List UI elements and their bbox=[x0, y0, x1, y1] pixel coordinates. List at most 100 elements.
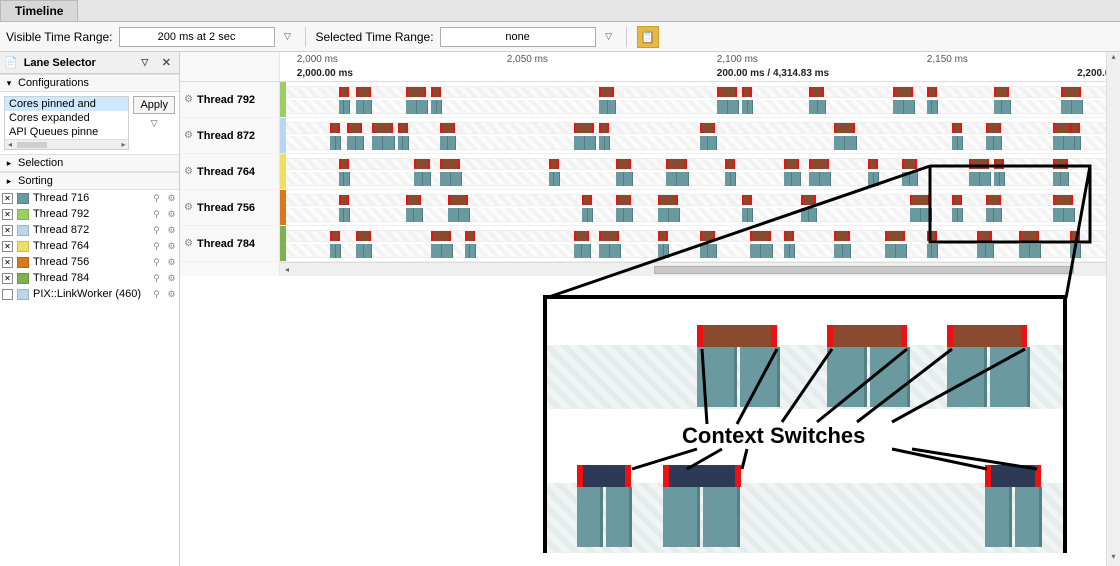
timeline-event[interactable] bbox=[339, 195, 349, 205]
gear-icon[interactable]: ⚙ bbox=[184, 94, 193, 105]
timeline-event-child[interactable] bbox=[893, 100, 904, 114]
timeline-event[interactable] bbox=[927, 87, 937, 97]
timeline-event[interactable] bbox=[1053, 159, 1068, 169]
apply-button[interactable]: Apply bbox=[133, 96, 175, 114]
timeline-event[interactable] bbox=[574, 123, 594, 133]
timeline-vertical-scrollbar[interactable]: ▴ ▾ bbox=[1106, 52, 1120, 566]
timeline-event[interactable] bbox=[742, 87, 752, 97]
timeline-event[interactable] bbox=[902, 159, 917, 169]
timeline-event-child[interactable] bbox=[980, 172, 991, 186]
timeline-event-child[interactable] bbox=[1061, 172, 1069, 186]
chevron-right-icon[interactable]: ▸ bbox=[4, 176, 14, 187]
timeline-event-child[interactable] bbox=[585, 136, 596, 150]
timeline-event[interactable] bbox=[700, 123, 715, 133]
timeline-horizontal-scrollbar[interactable]: ◂ ▸ bbox=[280, 262, 1120, 276]
timeline-event[interactable] bbox=[616, 195, 631, 205]
timeline-event[interactable] bbox=[952, 123, 962, 133]
pin-icon[interactable]: ⚲ bbox=[151, 209, 162, 220]
timeline-event-child[interactable] bbox=[1072, 100, 1083, 114]
timeline-event-child[interactable] bbox=[874, 172, 880, 186]
timeline-event[interactable] bbox=[977, 231, 992, 241]
timeline-event-child[interactable] bbox=[790, 244, 796, 258]
gear-icon[interactable]: ⚙ bbox=[184, 166, 193, 177]
timeline-event-child[interactable] bbox=[986, 136, 994, 150]
timeline-event-child[interactable] bbox=[700, 244, 708, 258]
timeline-lane[interactable]: ⚙Thread 784 bbox=[180, 226, 1120, 262]
timeline-event-child[interactable] bbox=[801, 208, 809, 222]
timeline-event-child[interactable] bbox=[910, 172, 918, 186]
timeline-event-child[interactable] bbox=[885, 244, 896, 258]
timeline-event-child[interactable] bbox=[406, 208, 414, 222]
timeline-event-child[interactable] bbox=[904, 100, 915, 114]
timeline-event[interactable] bbox=[834, 123, 854, 133]
timeline-event[interactable] bbox=[986, 123, 1001, 133]
config-item[interactable]: Cores expanded bbox=[5, 111, 128, 125]
timeline-event[interactable] bbox=[994, 87, 1009, 97]
timeline-event[interactable] bbox=[750, 231, 770, 241]
gear-icon[interactable]: ⚙ bbox=[166, 225, 177, 236]
timeline-event[interactable] bbox=[809, 87, 824, 97]
timeline-event[interactable] bbox=[356, 87, 371, 97]
timeline-event-child[interactable] bbox=[731, 172, 737, 186]
timeline-event-child[interactable] bbox=[574, 136, 585, 150]
timeline-event-child[interactable] bbox=[820, 172, 831, 186]
pin-icon[interactable]: ⚲ bbox=[151, 273, 162, 284]
timeline-event-child[interactable] bbox=[717, 100, 728, 114]
timeline-event-child[interactable] bbox=[440, 172, 451, 186]
timeline-event-child[interactable] bbox=[958, 208, 964, 222]
timeline-event[interactable] bbox=[406, 195, 421, 205]
timeline-event[interactable] bbox=[582, 195, 592, 205]
timeline-event-child[interactable] bbox=[784, 172, 792, 186]
timeline-event-child[interactable] bbox=[896, 244, 907, 258]
timeline-event-child[interactable] bbox=[364, 100, 372, 114]
timeline-event-child[interactable] bbox=[728, 100, 739, 114]
timeline-event-child[interactable] bbox=[423, 172, 431, 186]
timeline-event-child[interactable] bbox=[336, 244, 342, 258]
timeline-event[interactable] bbox=[465, 231, 475, 241]
timeline-event-child[interactable] bbox=[610, 244, 621, 258]
selected-range-input[interactable] bbox=[440, 27, 596, 47]
timeline-event-child[interactable] bbox=[708, 244, 716, 258]
visible-range-dropdown-icon[interactable]: ▽ bbox=[281, 30, 295, 44]
timeline-event[interactable] bbox=[1061, 87, 1081, 97]
timeline-event-child[interactable] bbox=[748, 100, 754, 114]
timeline-event-child[interactable] bbox=[677, 172, 688, 186]
timeline-event-child[interactable] bbox=[347, 136, 355, 150]
gear-icon[interactable]: ⚙ bbox=[166, 209, 177, 220]
config-item[interactable]: Cores pinned and bbox=[5, 97, 128, 111]
timeline-event[interactable] bbox=[994, 159, 1004, 169]
timeline-event[interactable] bbox=[893, 87, 913, 97]
timeline-event-child[interactable] bbox=[994, 136, 1002, 150]
timeline-event[interactable] bbox=[986, 195, 1001, 205]
pin-icon[interactable]: ⚲ bbox=[151, 289, 162, 300]
lane-selector-dropdown-icon[interactable]: ▽ bbox=[138, 56, 152, 70]
timeline-event[interactable] bbox=[1019, 231, 1039, 241]
timeline-event-child[interactable] bbox=[451, 172, 462, 186]
tab-timeline[interactable]: Timeline bbox=[0, 0, 78, 21]
checkbox[interactable]: ✕ bbox=[2, 241, 13, 252]
timeline-event[interactable] bbox=[658, 195, 678, 205]
timeline-event[interactable] bbox=[801, 195, 816, 205]
timeline-event[interactable] bbox=[725, 159, 735, 169]
timeline-event-child[interactable] bbox=[845, 136, 856, 150]
timeline-event-child[interactable] bbox=[1061, 100, 1072, 114]
timeline-event-child[interactable] bbox=[372, 136, 383, 150]
timeline-event-child[interactable] bbox=[977, 244, 985, 258]
thread-list-item[interactable]: PIX::LinkWorker (460)⚲⚙ bbox=[0, 286, 179, 302]
checkbox[interactable]: ✕ bbox=[2, 193, 13, 204]
timeline-event-child[interactable] bbox=[986, 244, 994, 258]
timeline-event-child[interactable] bbox=[403, 136, 409, 150]
timeline-lane[interactable]: ⚙Thread 764 bbox=[180, 154, 1120, 190]
gear-icon[interactable]: ⚙ bbox=[166, 257, 177, 268]
thread-list-item[interactable]: ✕Thread 792⚲⚙ bbox=[0, 206, 179, 222]
timeline-event-child[interactable] bbox=[417, 100, 428, 114]
timeline-event-child[interactable] bbox=[624, 172, 632, 186]
timeline-event-child[interactable] bbox=[1075, 136, 1081, 150]
gear-icon[interactable]: ⚙ bbox=[184, 202, 193, 213]
timeline-event-child[interactable] bbox=[605, 136, 611, 150]
timeline-event-child[interactable] bbox=[761, 244, 772, 258]
lane-selector-close-icon[interactable]: ✕ bbox=[158, 56, 175, 69]
gear-icon[interactable]: ⚙ bbox=[166, 273, 177, 284]
timeline-event-child[interactable] bbox=[599, 244, 610, 258]
chevron-right-icon[interactable]: ▸ bbox=[4, 158, 14, 169]
